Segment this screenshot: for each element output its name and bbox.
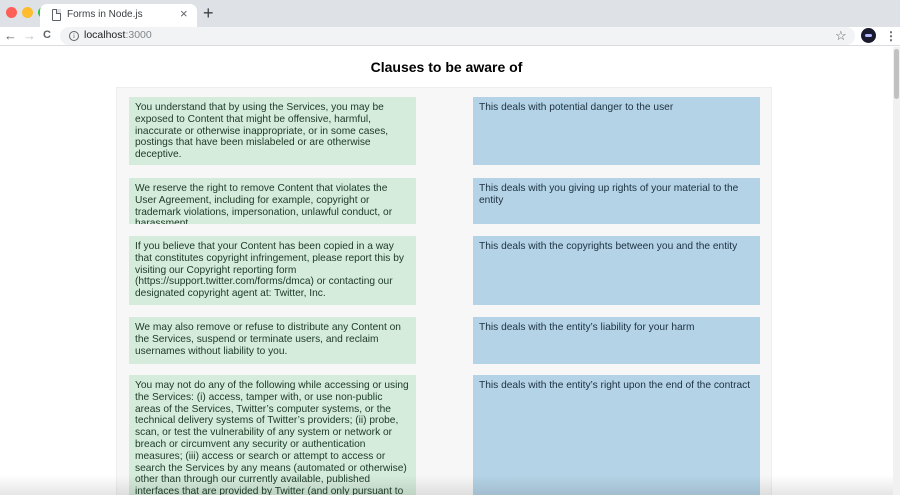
reload-button[interactable]: C: [43, 27, 51, 44]
new-tab-button[interactable]: +: [203, 3, 214, 23]
bottom-shadow: [0, 475, 893, 495]
clause-box: If you believe that your Content has bee…: [129, 236, 416, 305]
menu-icon[interactable]: ⋮: [885, 27, 897, 45]
page-title: Clauses to be aware of: [370, 59, 523, 75]
url-text: localhost:3000: [84, 29, 152, 41]
page-icon: [52, 9, 61, 21]
close-window-button[interactable]: [6, 7, 17, 18]
scrollbar-thumb[interactable]: [894, 49, 899, 99]
forward-button[interactable]: →: [23, 27, 36, 44]
browser-tab[interactable]: Forms in Node.js ×: [40, 4, 197, 27]
url-host: localhost: [84, 29, 126, 41]
meaning-box: This deals with you giving up rights of …: [473, 178, 760, 224]
bookmark-star-icon[interactable]: ☆: [835, 27, 847, 45]
meaning-box: This deals with the entity’s liability f…: [473, 317, 760, 364]
tab-strip: Forms in Node.js × +: [0, 0, 900, 27]
profile-avatar[interactable]: [861, 28, 876, 43]
clauses-panel: You understand that by using the Service…: [116, 87, 772, 495]
clause-box: We may also remove or refuse to distribu…: [129, 317, 416, 364]
address-bar[interactable]: i localhost:3000 ☆: [60, 27, 855, 45]
info-icon[interactable]: i: [69, 31, 79, 41]
clause-box: We reserve the right to remove Content t…: [129, 178, 416, 224]
back-button[interactable]: ←: [4, 27, 17, 44]
meaning-box: This deals with the copyrights between y…: [473, 236, 760, 305]
tab-close-icon[interactable]: ×: [180, 7, 188, 21]
browser-toolbar: ← → C i localhost:3000 ☆ ⋮: [0, 27, 900, 46]
tab-title: Forms in Node.js: [67, 9, 143, 20]
page-content: Clauses to be aware of You understand th…: [0, 47, 893, 495]
url-port: :3000: [125, 29, 152, 41]
clause-box: You understand that by using the Service…: [129, 97, 416, 165]
meaning-box: This deals with potential danger to the …: [473, 97, 760, 165]
minimize-window-button[interactable]: [22, 7, 33, 18]
page-scrollbar[interactable]: [893, 47, 900, 495]
